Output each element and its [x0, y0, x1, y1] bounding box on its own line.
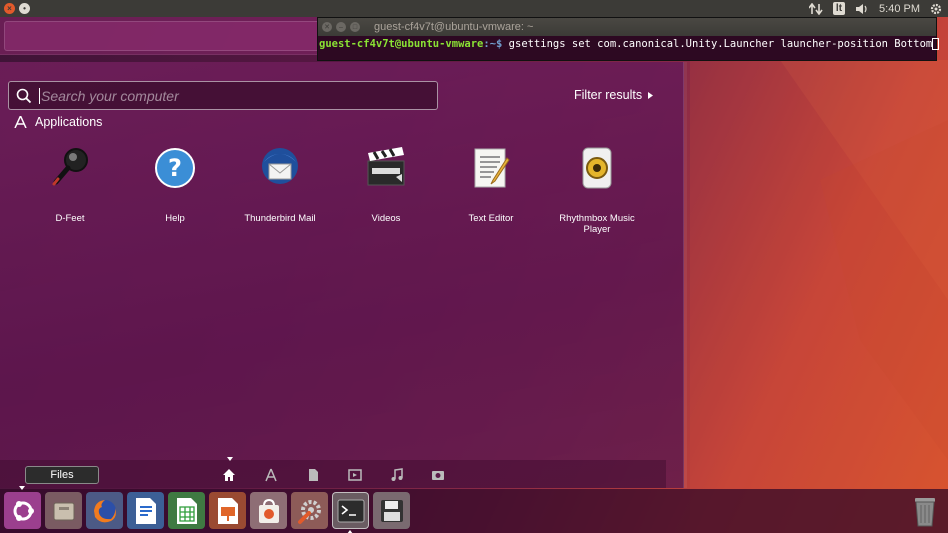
search-icon	[16, 88, 32, 103]
app-label: Help	[165, 213, 185, 224]
lens-bar	[0, 457, 666, 488]
software-center-icon[interactable]	[250, 492, 287, 529]
app-tile[interactable]: Text Editor	[441, 144, 541, 224]
clock[interactable]: 5:40 PM	[879, 3, 920, 15]
app-label: D-Feet	[55, 213, 85, 224]
app-label: Text Editor	[468, 213, 514, 224]
app-label: Videos	[371, 213, 401, 224]
magnifier-icon	[52, 148, 88, 186]
launcher	[0, 486, 948, 533]
terminal-close-button[interactable]: ✕	[322, 22, 332, 32]
dash-edge	[684, 62, 687, 488]
firefox-icon[interactable]	[86, 492, 123, 529]
terminal-maximize-button[interactable]: □	[350, 22, 360, 32]
app-tile[interactable]: D-Feet	[20, 144, 120, 224]
dash-panel: Filter results Applications D-Feet ? Hel…	[0, 62, 684, 488]
terminal-command: gsettings set com.canonical.Unity.Launch…	[508, 38, 933, 50]
search-input[interactable]	[39, 87, 419, 104]
active-lens-pip	[227, 457, 233, 461]
ubuntu-dash-icon[interactable]	[4, 492, 41, 529]
impress-icon[interactable]	[209, 492, 246, 529]
terminal-body[interactable]: guest-cf4v7t@ubuntu-vmware:~$ gsettings …	[318, 36, 940, 50]
indicator-area: lt 5:40 PM	[808, 0, 942, 17]
filter-results-label: Filter results	[574, 88, 643, 102]
chevron-right-icon	[648, 91, 654, 99]
applications-icon[interactable]	[264, 468, 278, 482]
prompt-user: guest-cf4v7t@ubuntu-vmware	[319, 38, 484, 50]
trash-icon[interactable]	[906, 492, 943, 529]
applications-category-header[interactable]: Applications	[14, 115, 102, 129]
terminal-cursor	[932, 38, 940, 50]
terminal-titlebar[interactable]: ✕ – □ guest-cf4v7t@ubuntu-vmware: ~	[318, 18, 936, 36]
terminal-minimize-button[interactable]: –	[336, 22, 346, 32]
app-grid: D-Feet ? Help Thunderbird Mail Videos Te…	[20, 144, 680, 235]
text-editor-icon	[474, 148, 510, 188]
terminal-title: guest-cf4v7t@ubuntu-vmware: ~	[374, 21, 534, 33]
writer-icon[interactable]	[127, 492, 164, 529]
app-tile[interactable]: Rhythmbox Music Player	[547, 144, 647, 235]
gear-icon[interactable]	[930, 3, 942, 15]
svg-text:?: ?	[168, 154, 182, 182]
close-window-button[interactable]: ×	[4, 3, 15, 14]
rhythmbox-icon	[582, 147, 612, 189]
app-label: Rhythmbox Music Player	[559, 213, 635, 235]
home-icon[interactable]	[222, 468, 236, 482]
system-settings-icon[interactable]	[291, 492, 328, 529]
app-tile[interactable]: Videos	[336, 144, 436, 224]
files-icon[interactable]	[45, 492, 82, 529]
filter-results-button[interactable]: Filter results	[574, 88, 654, 102]
launcher-running-pip	[19, 486, 25, 490]
video-icon[interactable]	[348, 468, 362, 482]
save-icon[interactable]	[373, 492, 410, 529]
volume-icon[interactable]	[855, 3, 869, 15]
network-arrows-icon[interactable]	[808, 2, 823, 15]
launcher-tooltip: Files	[25, 466, 99, 484]
applications-icon	[14, 116, 27, 128]
files-icon[interactable]	[306, 468, 320, 482]
search-box[interactable]	[8, 81, 438, 110]
category-label: Applications	[35, 115, 103, 129]
terminal-window[interactable]: ✕ – □ guest-cf4v7t@ubuntu-vmware: ~ gues…	[317, 17, 940, 61]
top-panel: × • lt 5:40 PM	[0, 0, 948, 17]
thunderbird-icon	[262, 148, 298, 184]
calc-icon[interactable]	[168, 492, 205, 529]
music-icon[interactable]	[390, 468, 404, 482]
photo-icon[interactable]	[431, 468, 445, 482]
help-icon: ?	[155, 148, 195, 188]
clapperboard-icon	[367, 147, 405, 186]
app-tile[interactable]: ? Help	[125, 144, 225, 224]
restore-window-button[interactable]: •	[19, 3, 30, 14]
keyboard-layout-indicator[interactable]: lt	[832, 2, 846, 15]
app-tile[interactable]: Thunderbird Mail	[230, 144, 330, 224]
app-label: Thunderbird Mail	[244, 213, 316, 224]
prompt-path: :~$	[483, 38, 509, 50]
terminal-icon[interactable]	[332, 492, 369, 529]
